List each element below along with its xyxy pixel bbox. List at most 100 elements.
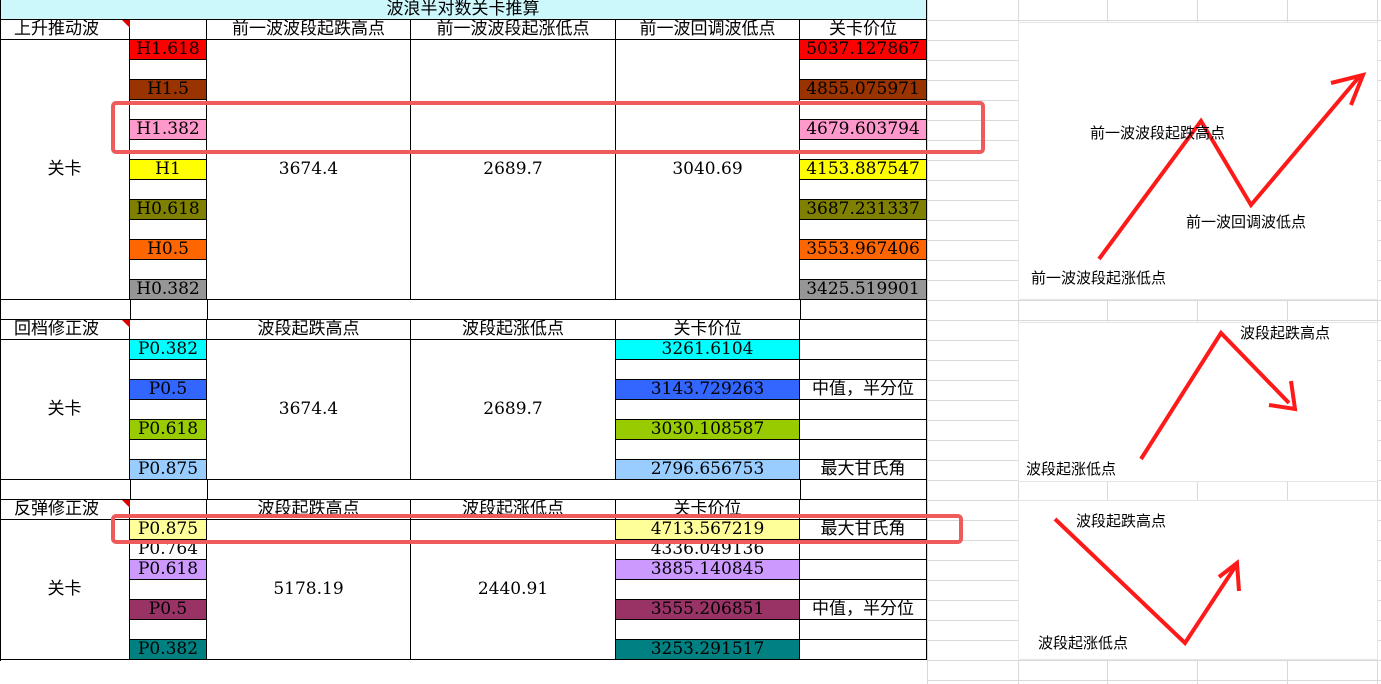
level-label-p0618[interactable]: P0.618 [130,560,207,580]
header-swing-low[interactable]: 波段起涨低点 [411,320,616,340]
spacer-cell[interactable] [130,620,207,640]
level-value-h15[interactable]: 4855.075971 [800,80,927,100]
spacer-cell[interactable] [800,260,927,280]
cell-border [207,300,208,320]
wave-arrow-icon [1097,72,1367,261]
note-midpoint[interactable]: 中值，半分位 [800,380,927,400]
spacer-cell[interactable] [130,220,207,240]
note-cell[interactable] [800,560,927,580]
cell-border [207,480,208,500]
spacer-cell[interactable] [616,400,800,420]
section-name-impulse[interactable]: 上升推动波 [0,20,130,40]
level-label-p05[interactable]: P0.5 [130,380,207,400]
label-swing-low: 波段起涨低点 [1038,634,1129,652]
level-value-p05[interactable]: 3143.729263 [616,380,800,400]
label-swing-low: 波段起涨低点 [1026,460,1117,478]
spacer-cell[interactable] [130,580,207,600]
level-label-p0618[interactable]: P0.618 [130,420,207,440]
grid-line [927,20,1381,21]
label-swing-high: 波段起跌高点 [1076,512,1167,530]
value-swing-low[interactable]: 2689.7 [411,340,616,480]
value-prev-high[interactable]: 3674.4 [207,40,411,300]
spacer-cell[interactable] [130,180,207,200]
header-empty[interactable] [800,320,927,340]
level-label-p0875[interactable]: P0.875 [130,460,207,480]
header-pullback-low[interactable]: 前一波回调波低点 [616,20,800,40]
blank-row[interactable] [0,300,927,320]
row-label-level[interactable]: 关卡 [0,340,130,480]
grid-line [927,320,1381,321]
header-swing-high[interactable]: 波段起跌高点 [207,320,411,340]
level-value-h1[interactable]: 4153.887547 [800,160,927,180]
header-empty[interactable] [130,20,207,40]
spacer-cell[interactable] [800,440,927,460]
spacer-cell[interactable] [130,260,207,280]
level-label-h1[interactable]: H1 [130,160,207,180]
spacer-cell[interactable] [130,60,207,80]
header-level-price[interactable]: 关卡价位 [800,20,927,40]
value-swing-high[interactable]: 3674.4 [207,340,411,480]
spacer-cell[interactable] [800,580,927,600]
row-label-level[interactable]: 关卡 [0,40,130,300]
level-label-p0382[interactable]: P0.382 [130,340,207,360]
level-label-h05[interactable]: H0.5 [130,240,207,260]
label-pullback-low: 前一波回调波低点 [1186,213,1307,231]
spacer-cell[interactable] [800,400,927,420]
comment-marker [122,500,130,508]
level-value-h0382[interactable]: 3425.519901 [800,280,927,300]
blank-row[interactable] [0,480,927,500]
level-label-h1618[interactable]: H1.618 [130,40,207,60]
label-start-low: 前一波波段起涨低点 [1031,269,1167,287]
level-label-h15[interactable]: H1.5 [130,80,207,100]
spacer-cell[interactable] [616,620,800,640]
impulse-wave-diagram[interactable] [1018,22,1378,300]
note-cell[interactable] [800,420,927,440]
highlight-box [111,514,963,544]
level-label-p0382[interactable]: P0.382 [130,640,207,660]
spacer-cell[interactable] [616,580,800,600]
label-swing-high: 波段起跌高点 [1240,324,1331,342]
level-label-p05[interactable]: P0.5 [130,600,207,620]
level-value-p05[interactable]: 3555.206851 [616,600,800,620]
note-max-gann[interactable]: 最大甘氏角 [800,460,927,480]
level-value-h0618[interactable]: 3687.231337 [800,200,927,220]
grid-line [927,680,1381,681]
cell-border [130,300,131,320]
comment-marker [122,320,130,328]
level-value-p0875[interactable]: 2796.656753 [616,460,800,480]
spreadsheet: 波浪半对数关卡推算 上升推动波 前一波波段起跌高点 前一波波段起涨低点 前一波回… [0,0,1381,684]
header-prev-low[interactable]: 前一波波段起涨低点 [411,20,616,40]
header-prev-high[interactable]: 前一波波段起跌高点 [207,20,411,40]
spacer-cell[interactable] [800,220,927,240]
level-label-h0382[interactable]: H0.382 [130,280,207,300]
section-name-retrace[interactable]: 回档修正波 [0,320,130,340]
level-value-p0618[interactable]: 3885.140845 [616,560,800,580]
spacer-cell[interactable] [800,360,927,380]
level-label-h0618[interactable]: H0.618 [130,200,207,220]
value-pullback-low[interactable]: 3040.69 [616,40,800,300]
level-value-h1618[interactable]: 5037.127867 [800,40,927,60]
note-cell[interactable] [800,340,927,360]
spacer-cell[interactable] [800,60,927,80]
level-value-p0382[interactable]: 3261.6104 [616,340,800,360]
level-value-h05[interactable]: 3553.967406 [800,240,927,260]
header-level-price[interactable]: 关卡价位 [616,320,800,340]
comment-marker [122,20,130,28]
spacer-cell[interactable] [130,440,207,460]
header-empty[interactable] [130,320,207,340]
note-midpoint[interactable]: 中值，半分位 [800,600,927,620]
spacer-cell[interactable] [800,620,927,640]
spacer-cell[interactable] [130,360,207,380]
sheet-title[interactable]: 波浪半对数关卡推算 [0,0,927,20]
cell-border [800,480,801,500]
note-cell[interactable] [800,640,927,660]
spacer-cell[interactable] [800,180,927,200]
value-prev-low[interactable]: 2689.7 [411,40,616,300]
cell-border [130,480,131,500]
level-value-p0382[interactable]: 3253.291517 [616,640,800,660]
spacer-cell[interactable] [130,400,207,420]
spacer-cell[interactable] [616,440,800,460]
spacer-cell[interactable] [616,360,800,380]
label-prev-high: 前一波波段起跌高点 [1090,124,1226,142]
level-value-p0618[interactable]: 3030.108587 [616,420,800,440]
